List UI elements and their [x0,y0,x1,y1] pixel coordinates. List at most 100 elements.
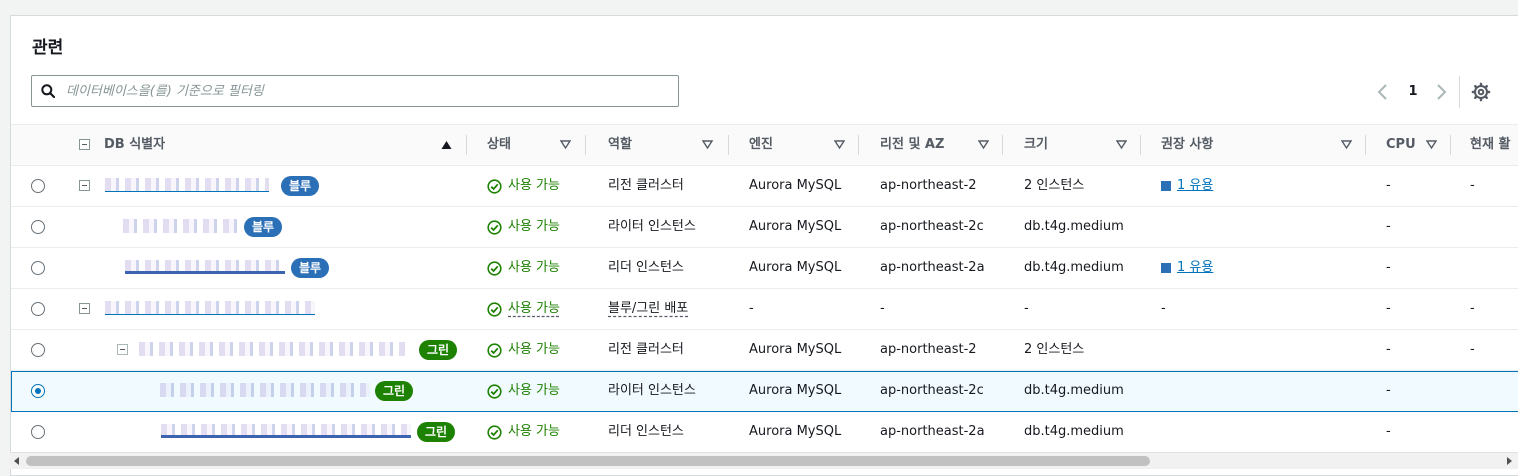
chevron-left-icon[interactable] [1375,82,1391,102]
activity-cell: - [1470,178,1475,193]
size-cell: - [1024,301,1029,316]
role-cell: 리더 인스턴스 [608,424,684,439]
row-select-radio[interactable] [31,179,45,193]
deployment-badge: 그린 [375,381,414,401]
row-select-radio[interactable] [31,302,45,316]
sort-icon [978,140,989,150]
collapse-all-toggle[interactable] [79,139,90,150]
col-label: 역할 [608,137,632,152]
table-row[interactable]: 블루 사용 가능 리전 클러스터 Aurora MySQL ap-northea… [11,166,1518,207]
db-identifier-link[interactable] [125,260,285,274]
scrollbar-thumb[interactable] [26,456,1150,466]
related-panel: 관련 1 DB 식별자 상태 [10,15,1518,476]
deployment-badge: 블루 [281,176,320,196]
role-cell[interactable]: 블루/그린 배포 [608,289,688,329]
size-cell: 2 인스턴스 [1024,178,1085,193]
region-cell: ap-northeast-2 [880,342,977,357]
horizontal-scrollbar[interactable] [10,452,1518,469]
deployment-badge: 블루 [244,217,283,237]
check-circle-icon [487,261,502,276]
scroll-left-icon[interactable] [14,457,19,465]
collapse-toggle[interactable] [79,180,90,191]
engine-cell: Aurora MySQL [749,178,842,193]
engine-cell: Aurora MySQL [749,260,842,275]
table-header: DB 식별자 상태 역할 엔진 리전 및 AZ 크기 권장 사항 CPU 현재 … [11,124,1518,166]
region-cell: ap-northeast-2a [880,260,985,275]
pager-divider [1459,76,1460,108]
db-identifier-link[interactable] [161,424,411,438]
db-identifier-link[interactable] [160,383,370,397]
db-identifier-link[interactable] [105,178,269,192]
current-page-number[interactable]: 1 [1405,82,1421,102]
cpu-cell: - [1386,178,1391,193]
collapse-toggle[interactable] [79,303,90,314]
row-select-radio[interactable] [31,425,45,439]
region-cell: - [880,301,885,316]
col-label: 크기 [1024,137,1048,152]
table-row[interactable]: 그린 사용 가능 리더 인스턴스 Aurora MySQL ap-northea… [11,412,1518,453]
col-label: 상태 [487,137,511,152]
col-label: 리전 및 AZ [880,137,945,152]
table-row[interactable]: 그린 사용 가능 리전 클러스터 Aurora MySQL ap-northea… [11,330,1518,371]
role-cell: 리전 클러스터 [608,178,684,193]
size-cell: 2 인스턴스 [1024,342,1085,357]
row-select-radio[interactable] [31,384,45,398]
size-cell: db.t4g.medium [1024,383,1124,398]
filter-search-input[interactable] [66,80,666,102]
size-cell: db.t4g.medium [1024,424,1124,439]
scroll-right-icon[interactable] [1507,457,1512,465]
col-status[interactable]: 상태 [487,125,597,165]
cpu-cell: - [1386,301,1391,316]
recommendation-cell: - [1161,301,1166,316]
table-row[interactable]: 블루 사용 가능 리더 인스턴스 Aurora MySQL ap-northea… [11,248,1518,289]
region-cell: ap-northeast-2a [880,424,985,439]
table-row[interactable]: 사용 가능 블루/그린 배포 - - - - - - [11,289,1518,330]
recommendation-link[interactable]: 1 유용 [1177,248,1213,288]
row-select-radio[interactable] [31,220,45,234]
sort-ascending-icon [441,141,452,149]
row-select-radio[interactable] [31,343,45,357]
col-recommendations[interactable]: 권장 사항 [1161,125,1371,165]
col-current-activity[interactable]: 현재 활 [1470,125,1518,165]
col-size[interactable]: 크기 [1024,125,1149,165]
db-identifier-link[interactable] [139,342,405,356]
check-circle-icon [487,302,502,317]
region-cell: ap-northeast-2 [880,178,977,193]
engine-cell: - [749,301,754,316]
info-square-icon [1161,263,1171,273]
deployment-badge: 블루 [291,258,330,278]
col-cpu[interactable]: CPU [1386,125,1461,165]
activity-cell: - [1470,342,1475,357]
table-row[interactable]: 블루 사용 가능 라이터 인스턴스 Aurora MySQL ap-northe… [11,207,1518,248]
col-engine[interactable]: 엔진 [749,125,869,165]
role-cell: 라이터 인스턴스 [608,383,696,398]
panel-title: 관련 [32,38,64,58]
gear-icon[interactable] [1471,82,1491,102]
role-cell: 리전 클러스터 [608,342,684,357]
collapse-toggle[interactable] [117,344,128,355]
check-circle-icon [487,220,502,235]
row-select-radio[interactable] [31,261,45,275]
col-label: 권장 사항 [1161,137,1214,152]
db-identifier-link[interactable] [105,301,315,315]
check-circle-icon [487,179,502,194]
region-cell: ap-northeast-2c [880,383,984,398]
check-circle-icon [487,425,502,440]
recommendation-link[interactable]: 1 유용 [1177,166,1213,206]
chevron-right-icon[interactable] [1433,82,1449,102]
sort-icon [560,140,571,150]
col-label: 엔진 [749,137,773,152]
col-role[interactable]: 역할 [608,125,738,165]
col-db-identifier[interactable]: DB 식별자 [63,125,475,165]
table-row-selected[interactable]: 그린 사용 가능 라이터 인스턴스 Aurora MySQL ap-northe… [11,371,1518,412]
engine-cell: Aurora MySQL [749,424,842,439]
engine-cell: Aurora MySQL [749,383,842,398]
cpu-cell: - [1386,424,1391,439]
filter-search-box[interactable] [31,75,679,107]
db-identifier-link[interactable] [123,219,237,233]
col-label: CPU [1386,137,1416,152]
col-region-az[interactable]: 리전 및 AZ [880,125,1010,165]
cpu-cell: - [1386,342,1391,357]
engine-cell: Aurora MySQL [749,219,842,234]
size-cell: db.t4g.medium [1024,219,1124,234]
